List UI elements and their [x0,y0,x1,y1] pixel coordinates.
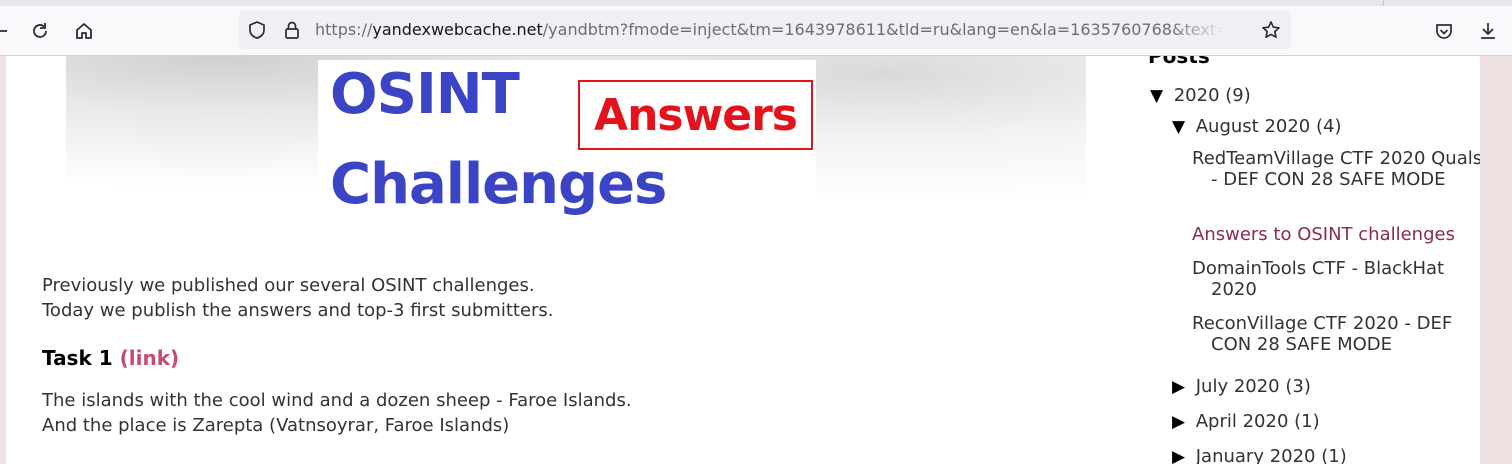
url-host: yandexwebcache.net [372,20,543,39]
task-1-heading: Task 1 (link) [42,346,179,370]
address-bar[interactable]: https://yandexwebcache.net/yandbtm?fmode… [239,11,1291,49]
task-1-link[interactable]: (link) [120,346,180,370]
archive-post-link[interactable]: RedTeamVillage CTF 2020 Quals - DEF CON … [1192,148,1480,190]
page-content: OSINT Challenges Answers Previously we p… [6,56,1480,464]
collapse-triangle-icon[interactable]: ▶ [1172,377,1190,397]
archive-year-label[interactable]: 2020 (9) [1174,85,1251,106]
sidebar-heading: Posts [1148,56,1210,68]
intro-line-1: Previously we published our several OSIN… [42,275,535,296]
browser-toolbar: https://yandexwebcache.net/yandbtm?fmode… [0,6,1512,56]
post-intro: Previously we published our several OSIN… [42,273,942,323]
url-path: /yandbtm?fmode=inject&tm=1643978611&tld=… [542,20,1225,39]
archive-post-link[interactable]: ReconVillage CTF 2020 - DEF CON 28 SAFE … [1192,313,1480,355]
hero-answers-badge: Answers [578,80,813,150]
pocket-icon[interactable] [1428,6,1460,55]
archive-month-january[interactable]: ▶ January 2020 (1) [1172,446,1347,464]
archive-month-label[interactable]: July 2020 (3) [1196,376,1311,397]
archive-year-2020[interactable]: ▼ 2020 (9) [1150,85,1251,106]
hero-title-line1: OSINT [330,62,520,127]
task-1-line-1: The islands with the cool wind and a doz… [42,390,632,411]
shield-icon[interactable] [247,20,267,44]
reload-icon[interactable] [24,6,56,55]
blog-archive-sidebar: Posts ▼ 2020 (9) ▼ August 2020 (4) RedTe… [1146,56,1480,464]
archive-post-link-current[interactable]: Answers to OSINT challenges [1192,224,1480,245]
task-1-title: Task 1 [42,346,113,370]
task-1-line-2: And the place is Zarepta (Vatnsoyrar, Fa… [42,415,510,436]
archive-month-label[interactable]: August 2020 (4) [1196,116,1342,137]
collapse-triangle-icon[interactable]: ▶ [1172,447,1190,464]
hero-title-line2: Challenges [330,152,667,217]
post-hero-image: OSINT Challenges Answers [318,60,816,224]
downloads-icon[interactable] [1472,6,1504,55]
archive-month-july[interactable]: ▶ July 2020 (3) [1172,376,1311,397]
collapse-triangle-icon[interactable]: ▶ [1172,412,1190,432]
url-text[interactable]: https://yandexwebcache.net/yandbtm?fmode… [315,11,1225,49]
archive-post-link[interactable]: DomainTools CTF - BlackHat 2020 [1192,258,1480,300]
archive-month-label[interactable]: April 2020 (1) [1196,411,1320,432]
archive-month-label[interactable]: January 2020 (1) [1196,446,1347,464]
task-1-answer: The islands with the cool wind and a doz… [42,388,632,438]
expand-triangle-icon[interactable]: ▼ [1172,117,1190,137]
lock-icon[interactable] [283,20,301,44]
expand-triangle-icon[interactable]: ▼ [1150,86,1168,106]
bookmark-star-icon[interactable] [1261,20,1281,44]
intro-line-2: Today we publish the answers and top-3 f… [42,300,554,321]
archive-month-april[interactable]: ▶ April 2020 (1) [1172,411,1320,432]
url-scheme: https:// [315,20,373,39]
home-icon[interactable] [68,6,100,55]
back-arrow-icon[interactable] [0,6,16,55]
archive-month-august[interactable]: ▼ August 2020 (4) [1172,116,1341,137]
